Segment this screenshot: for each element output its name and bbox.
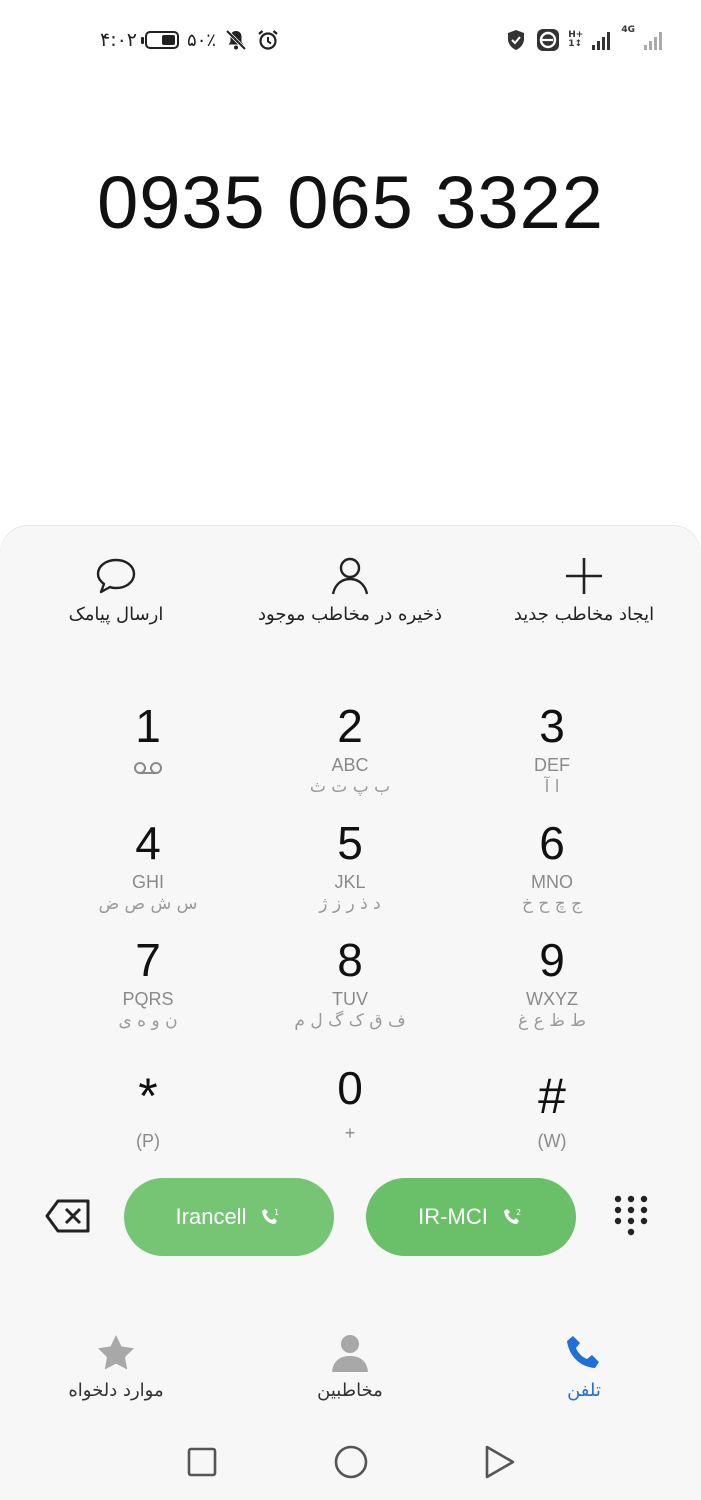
key-7[interactable]: 7 PQRS ن و ه ی xyxy=(48,932,248,1044)
key-digit: 0 xyxy=(337,1062,363,1114)
phone-sim2-icon: 2 xyxy=(503,1208,521,1224)
key-letters: PQRS xyxy=(122,989,174,1009)
key-1[interactable]: 1 xyxy=(48,698,248,810)
bottom-nav: موارد دلخواه مخاطبین تلفن xyxy=(0,1332,701,1412)
key-digit: 4 xyxy=(135,817,161,869)
key-digit: 2 xyxy=(337,700,363,752)
key-8[interactable]: 8 TUV ف ق ک گ ل م xyxy=(250,932,450,1044)
back-icon[interactable] xyxy=(483,1444,517,1480)
shield-icon xyxy=(508,30,525,50)
dialpad-icon[interactable] xyxy=(612,1194,650,1240)
call-row: Irancell 1 IR-MCI 2 xyxy=(0,1178,701,1256)
key-digit: 7 xyxy=(135,934,161,986)
key-letters: JKL xyxy=(334,872,366,892)
call-sim1-label: Irancell xyxy=(175,1204,247,1229)
phone-icon xyxy=(567,1336,599,1368)
key-star[interactable]: * (P) xyxy=(48,1060,248,1172)
key-digit: 3 xyxy=(539,700,565,752)
key-persian-letters: ج چ ح خ xyxy=(521,894,583,914)
key-digit: * xyxy=(138,1068,158,1124)
status-bar-left: ۴:۰۲ ۵۰٪ xyxy=(100,22,280,58)
send-sms-label: ارسال پیامک xyxy=(68,604,164,625)
backspace-icon[interactable] xyxy=(44,1198,92,1234)
key-letters: DEF xyxy=(534,755,570,775)
key-persian-letters: د ذ ر ز ژ xyxy=(319,894,381,914)
key-persian-letters: ب پ ت ث xyxy=(309,777,391,797)
key-0[interactable]: 0 + xyxy=(250,1060,450,1172)
tab-contacts-label: مخاطبین xyxy=(317,1380,383,1401)
status-bar-right: H+ 1↕ 4G xyxy=(504,22,665,58)
phone-sim1-icon: 1 xyxy=(262,1208,280,1224)
dialer-panel: ایجاد مخاطب جدید ذخیره در مخاطب موجود ار… xyxy=(0,526,701,1500)
save-existing-contact-button[interactable]: ذخیره در مخاطب موجود xyxy=(240,554,460,625)
tab-contacts[interactable]: مخاطبین xyxy=(260,1332,440,1401)
key-letters: MNO xyxy=(531,872,573,892)
create-contact-label: ایجاد مخاطب جدید xyxy=(513,604,655,625)
call-sim2-button[interactable]: IR-MCI 2 xyxy=(366,1178,576,1256)
key-digit: # xyxy=(538,1068,566,1124)
key-persian-letters: ط ظ ع غ xyxy=(518,1011,586,1031)
sim1-network-tag: H+ 1↕ xyxy=(568,30,584,49)
key-6[interactable]: 6 MNO ج چ ح خ xyxy=(452,815,652,927)
key-persian-letters: ا آ xyxy=(544,777,560,797)
key-letters: (P) xyxy=(136,1131,160,1151)
key-digit: 6 xyxy=(539,817,565,869)
system-navigation xyxy=(0,1438,701,1488)
contacts-icon xyxy=(332,1335,368,1372)
key-letters: (W) xyxy=(537,1131,567,1151)
sim2-network-tag: 4G xyxy=(621,25,635,35)
tab-favorites-label: موارد دلخواه xyxy=(68,1380,164,1401)
key-letters: WXYZ xyxy=(526,989,578,1009)
signal-icon xyxy=(644,32,662,50)
key-letters: + xyxy=(344,1123,356,1143)
signal-icon xyxy=(592,32,611,50)
message-bubble-icon xyxy=(96,558,136,594)
tab-favorites[interactable]: موارد دلخواه xyxy=(26,1332,206,1401)
key-digit: 5 xyxy=(337,817,363,869)
home-icon[interactable] xyxy=(333,1444,369,1480)
key-hash[interactable]: # (W) xyxy=(452,1060,652,1172)
key-3[interactable]: 3 DEF ا آ xyxy=(452,698,652,810)
star-icon xyxy=(98,1335,134,1370)
key-digit: 8 xyxy=(337,934,363,986)
svg-text:1: 1 xyxy=(274,1208,279,1217)
alarm-icon xyxy=(258,30,278,50)
svg-text:2: 2 xyxy=(516,1208,521,1217)
tab-phone-label: تلفن xyxy=(567,1380,601,1401)
create-contact-button[interactable]: ایجاد مخاطب جدید xyxy=(474,554,694,625)
key-4[interactable]: 4 GHI س ش ص ض xyxy=(48,815,248,927)
key-9[interactable]: 9 WXYZ ط ظ ع غ xyxy=(452,932,652,1044)
battery-icon xyxy=(141,31,180,49)
key-digit: 9 xyxy=(539,934,565,986)
key-letters: ABC xyxy=(331,755,369,775)
key-letters: GHI xyxy=(131,872,164,892)
battery-percent: ۵۰٪ xyxy=(187,29,217,51)
voicemail-icon xyxy=(134,762,162,774)
key-persian-letters: ن و ه ی xyxy=(118,1011,178,1031)
plus-icon xyxy=(566,558,602,594)
key-5[interactable]: 5 JKL د ذ ر ز ژ xyxy=(250,815,450,927)
e-icon xyxy=(537,29,560,51)
key-persian-letters: ف ق ک گ ل م xyxy=(294,1011,406,1031)
tab-phone[interactable]: تلفن xyxy=(494,1332,674,1401)
person-icon xyxy=(331,557,369,595)
clock: ۴:۰۲ xyxy=(100,29,138,51)
battery-level xyxy=(162,35,176,45)
status-bar: ۴:۰۲ ۵۰٪ H+ 1↕ 4G xyxy=(0,22,701,58)
save-existing-label: ذخیره در مخاطب موجود xyxy=(258,604,442,625)
key-digit: 1 xyxy=(135,700,161,752)
call-sim1-button[interactable]: Irancell 1 xyxy=(124,1178,334,1256)
number-actions: ایجاد مخاطب جدید ذخیره در مخاطب موجود ار… xyxy=(0,554,701,644)
send-sms-button[interactable]: ارسال پیامک xyxy=(6,554,226,625)
key-2[interactable]: 2 ABC ب پ ت ث xyxy=(250,698,450,810)
call-sim2-label: IR-MCI xyxy=(418,1204,488,1229)
bell-off-icon xyxy=(225,29,247,51)
key-letters: TUV xyxy=(332,989,368,1009)
key-persian-letters: س ش ص ض xyxy=(98,894,198,914)
dialed-number[interactable]: 0935 065 3322 xyxy=(0,160,701,245)
recents-icon[interactable] xyxy=(186,1446,218,1478)
